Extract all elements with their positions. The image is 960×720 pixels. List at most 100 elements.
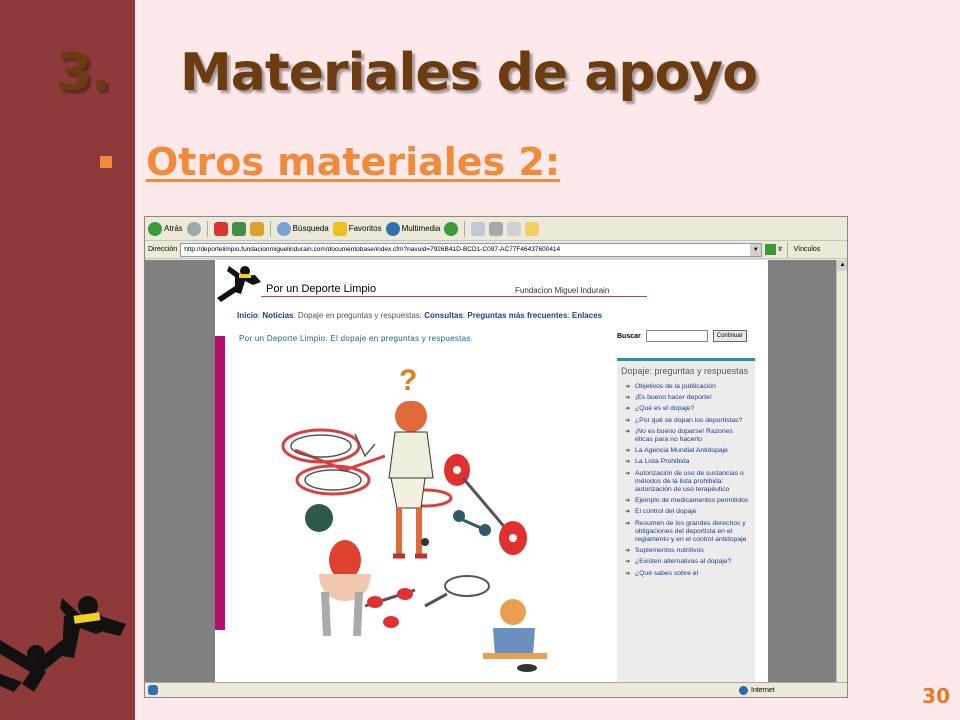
favorites-label: Favoritos — [348, 224, 382, 233]
browser-toolbar: Atrás Búsqueda Favoritos Multimedia — [145, 217, 847, 241]
header-divider — [261, 296, 647, 297]
question-mark: ? — [399, 364, 417, 397]
webpage: Por un Deporte Limpio Fundacion Miguel I… — [215, 260, 768, 684]
sidebar-link[interactable]: ➜ Autorización de uso de sustancias o mét… — [625, 470, 752, 495]
sidebar-link[interactable]: ➜ Ejemplo de medicamentos permitidos — [625, 497, 752, 505]
slide-number: 3. — [56, 43, 111, 103]
sidebar-link[interactable]: ➜ ¿Existen alternativas al dopaje? — [625, 558, 752, 566]
doping-illustration: ? — [281, 364, 547, 672]
sidebar-link[interactable]: ➜ ¿Por qué se dopan los deportistas? — [625, 417, 752, 425]
address-bar: Dirección http://deportelimpio.fundacion… — [145, 241, 847, 259]
sidebar-list: ➜ Objetivos de la publicación ➜ ¡Es bueno h… — [617, 383, 755, 578]
sidebar-link[interactable]: ➜ Resumen de los grandes derechos y oblig… — [625, 520, 752, 545]
arrow-right-icon: ➜ — [625, 459, 631, 466]
search-input[interactable] — [645, 330, 708, 342]
refresh-icon[interactable] — [231, 221, 246, 236]
back-label: Atrás — [164, 224, 183, 233]
sidebar-link[interactable]: ➜ La Lista Prohibida — [625, 458, 752, 466]
messenger-icon[interactable] — [525, 221, 540, 236]
back-button[interactable]: Atrás — [148, 221, 183, 236]
sidebar-link[interactable]: ➜ La Agencia Mundial Antidopaje — [625, 447, 752, 455]
accent-bar — [215, 336, 225, 630]
search-button[interactable]: Búsqueda — [276, 221, 329, 236]
nav-enlaces[interactable]: Enlaces — [572, 311, 602, 320]
foundation-name: Fundacion Miguel Indurain — [515, 286, 610, 295]
multimedia-button[interactable]: Multimedia — [385, 221, 440, 236]
back-arrow-icon — [148, 221, 162, 236]
site-header: Por un Deporte Limpio Fundacion Miguel I… — [215, 260, 768, 305]
url-input[interactable]: http://deportelimpio.fundacionmiguelindu… — [180, 242, 763, 257]
go-arrow-icon — [765, 244, 777, 255]
history-icon[interactable] — [444, 221, 459, 236]
site-title: Por un Deporte Limpio — [266, 283, 377, 295]
sitting-boy-figure — [483, 599, 547, 672]
sidebar-link-label: Ejemplo de medicamentos permitidos — [635, 497, 749, 505]
go-label: Ir — [778, 246, 783, 253]
arrow-right-icon: ➜ — [625, 470, 631, 477]
toolbar-divider — [206, 220, 208, 237]
sidebar-link-label: Resumen de los grandes derechos y obliga… — [635, 519, 747, 544]
sidebar-link-label: ¡No es bueno doparse! Razones éticas par… — [635, 427, 733, 444]
page-number: 30 — [922, 684, 950, 708]
bullet-item: Otros materiales 2: — [100, 140, 560, 184]
sidebar-link-label: El control del dopaje — [635, 508, 697, 516]
edit-icon[interactable] — [507, 221, 522, 236]
go-button[interactable]: Ir — [765, 244, 782, 255]
arrow-right-icon: ➜ — [625, 417, 631, 424]
mail-icon[interactable] — [471, 221, 486, 236]
nav-consultas[interactable]: Consultas — [424, 311, 463, 320]
other-materials-link[interactable]: Otros materiales 2: — [146, 140, 560, 184]
search-label: Buscar — [617, 332, 641, 340]
sidebar-link[interactable]: ➜ ¡Es bueno hacer deporte! — [625, 394, 752, 402]
page-status-icon — [148, 685, 158, 695]
zone-label: Internet — [751, 686, 775, 694]
page-heading: Por un Deporte Limpio. El dopaje en preg… — [239, 334, 474, 343]
sidebar-link[interactable]: ➜ ¡No es bueno doparse! Razones éticas pa… — [625, 428, 752, 444]
vertical-scrollbar[interactable]: ▲ — [836, 260, 847, 684]
sidebar-link-label: ¿Qué sabes sobre el — [635, 569, 699, 577]
arrow-right-icon: ➜ — [625, 520, 631, 527]
sidebar-link[interactable]: ➜ ¿Qué sabes sobre el — [625, 570, 752, 578]
globe-icon — [739, 685, 748, 695]
browser-viewport: Por un Deporte Limpio Fundacion Miguel I… — [145, 260, 837, 684]
status-bar: Internet — [145, 682, 847, 697]
links-button[interactable]: Vínculos — [793, 246, 820, 253]
sidebar-link[interactable]: ➜ El control del dopaje — [625, 508, 752, 516]
sidebar-link-label: ¿Por qué se dopan los deportistas? — [635, 416, 743, 424]
arrow-right-icon: ➜ — [625, 448, 631, 455]
magnifier-icon — [276, 221, 291, 236]
bullet-square-icon — [100, 156, 112, 168]
arrow-right-icon: ➜ — [625, 428, 631, 435]
sidebar-link-label: Objetivos de la publicación — [635, 383, 716, 390]
continue-button[interactable]: Continuar — [712, 330, 747, 342]
sidebar-link[interactable]: ➜ Objetivos de la publicación — [625, 383, 752, 391]
nav-inicio[interactable]: Inicio — [237, 311, 258, 320]
sidebar-link[interactable]: ➜ ¿Qué es el dopaje? — [625, 405, 752, 413]
nav-noticias[interactable]: Noticias — [262, 311, 293, 320]
sidebar-link-label: La Agencia Mundial Antidopaje — [635, 447, 728, 455]
runner-logo-icon — [0, 596, 126, 692]
favorites-button[interactable]: Favoritos — [332, 221, 382, 236]
sidebar-link-label: ¿Qué es el dopaje? — [635, 405, 695, 413]
sidebar-link-label: ¡Es bueno hacer deporte! — [635, 394, 712, 402]
sidebar-title: Dopaje: preguntas y respuestas — [621, 366, 749, 376]
forward-arrow-icon[interactable] — [186, 221, 201, 236]
arrow-right-icon: ➜ — [625, 395, 631, 402]
search-label: Búsqueda — [292, 224, 329, 233]
sidebar-link[interactable]: ➜ Suplementos nutritivos — [625, 547, 752, 555]
nav-frecuentes[interactable]: Preguntas más frecuentes — [467, 311, 567, 320]
tennis-racket — [424, 575, 490, 608]
address-label: Dirección — [148, 246, 178, 253]
url-dropdown-icon[interactable]: ▼ — [750, 243, 762, 256]
stop-icon[interactable] — [213, 221, 228, 236]
sidebar-menu: Dopaje: preguntas y respuestas ➜ Objetivo… — [617, 358, 755, 684]
home-icon[interactable] — [249, 221, 264, 236]
arrow-right-icon: ➜ — [625, 498, 631, 505]
small-dumbbell — [453, 510, 491, 536]
toolbar-divider — [787, 241, 789, 258]
media-icon — [385, 221, 400, 236]
print-icon[interactable] — [489, 221, 504, 236]
arrow-right-icon: ➜ — [625, 570, 631, 577]
scroll-up-icon[interactable]: ▲ — [837, 260, 847, 271]
site-runner-logo-icon[interactable] — [215, 262, 263, 304]
